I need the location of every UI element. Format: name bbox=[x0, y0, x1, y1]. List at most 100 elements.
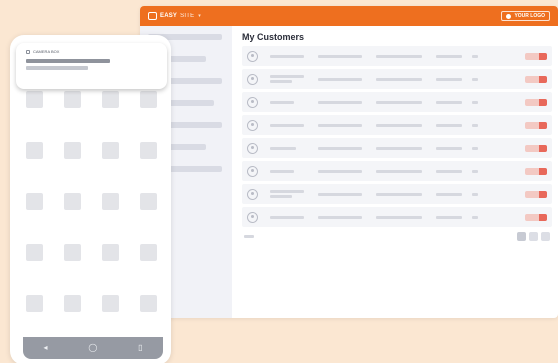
cell-placeholder bbox=[270, 75, 304, 83]
user-menu[interactable]: YOUR LOGO bbox=[501, 11, 550, 21]
mobile-phone: CAMERA BOX ◂ ◯ ▯ bbox=[10, 35, 171, 363]
app-icon[interactable] bbox=[64, 142, 81, 159]
cell-placeholder bbox=[270, 169, 294, 173]
cell-placeholder bbox=[436, 146, 462, 150]
row-action-button[interactable] bbox=[525, 190, 547, 198]
cell-placeholder bbox=[318, 146, 362, 150]
row-action-button[interactable] bbox=[525, 52, 547, 60]
app-icon[interactable] bbox=[140, 295, 157, 312]
back-icon[interactable]: ◂ bbox=[43, 344, 47, 352]
cell-placeholder bbox=[436, 100, 462, 104]
row-action-button[interactable] bbox=[525, 121, 547, 129]
notification-title: CAMERA BOX bbox=[33, 49, 60, 54]
customer-row[interactable] bbox=[242, 207, 552, 227]
row-action-button[interactable] bbox=[525, 167, 547, 175]
notification-icon bbox=[26, 49, 30, 54]
customer-row[interactable] bbox=[242, 161, 552, 181]
cell-placeholder bbox=[376, 77, 422, 81]
app-icon[interactable] bbox=[140, 193, 157, 210]
app-icon[interactable] bbox=[64, 295, 81, 312]
cell-placeholder bbox=[376, 215, 422, 219]
customer-row[interactable] bbox=[242, 69, 552, 89]
notification-header: CAMERA BOX bbox=[26, 49, 159, 54]
brand-accent: SITE bbox=[180, 13, 195, 19]
cell-placeholder bbox=[270, 215, 304, 219]
app-icon[interactable] bbox=[26, 295, 43, 312]
cell-placeholder bbox=[318, 192, 362, 196]
app-icon[interactable] bbox=[102, 91, 119, 108]
cell-placeholder bbox=[436, 123, 462, 127]
customer-row[interactable] bbox=[242, 46, 552, 66]
cell-placeholder bbox=[318, 169, 362, 173]
customer-row[interactable] bbox=[242, 138, 552, 158]
app-icon[interactable] bbox=[26, 193, 43, 210]
cell-placeholder bbox=[376, 192, 422, 196]
cell-placeholder bbox=[436, 192, 462, 196]
cell-placeholder bbox=[436, 169, 462, 173]
row-action-button[interactable] bbox=[525, 75, 547, 83]
customer-avatar-icon bbox=[247, 211, 258, 223]
cell-placeholder bbox=[472, 146, 478, 150]
user-label: YOUR LOGO bbox=[514, 13, 545, 19]
cell-placeholder bbox=[472, 100, 478, 104]
customer-avatar-icon bbox=[247, 119, 258, 131]
cell-placeholder bbox=[472, 123, 478, 127]
row-action-button[interactable] bbox=[525, 144, 547, 152]
cell-placeholder bbox=[270, 54, 304, 58]
customer-avatar-icon bbox=[247, 73, 258, 85]
app-icon[interactable] bbox=[64, 193, 81, 210]
page-button[interactable] bbox=[517, 232, 526, 241]
cell-placeholder bbox=[436, 215, 462, 219]
row-action-button[interactable] bbox=[525, 213, 547, 221]
home-icon[interactable]: ◯ bbox=[88, 344, 97, 352]
brand-name: EASY bbox=[160, 13, 178, 19]
cell-placeholder bbox=[472, 77, 478, 81]
dashboard-window: EASY SITE ▾ YOUR LOGO My Customers bbox=[140, 6, 558, 318]
cell-placeholder bbox=[436, 54, 462, 58]
cell-placeholder bbox=[376, 54, 422, 58]
chevron-down-icon[interactable]: ▾ bbox=[198, 13, 201, 19]
app-icon[interactable] bbox=[140, 142, 157, 159]
page-button[interactable] bbox=[529, 232, 538, 241]
cell-placeholder bbox=[376, 169, 422, 173]
user-avatar-icon bbox=[506, 13, 512, 19]
notification-line bbox=[26, 59, 110, 63]
brand-logo[interactable]: EASY SITE bbox=[148, 12, 194, 20]
recent-apps-icon[interactable]: ▯ bbox=[138, 344, 142, 352]
customer-avatar-icon bbox=[247, 165, 258, 177]
cell-placeholder bbox=[318, 100, 362, 104]
customer-row[interactable] bbox=[242, 115, 552, 135]
page-title: My Customers bbox=[242, 32, 305, 42]
notification-line bbox=[26, 66, 88, 70]
push-notification[interactable]: CAMERA BOX bbox=[16, 43, 167, 89]
app-icon[interactable] bbox=[26, 244, 43, 261]
pagination-info bbox=[244, 235, 254, 238]
app-icon[interactable] bbox=[102, 193, 119, 210]
cell-placeholder bbox=[270, 123, 304, 127]
cell-placeholder bbox=[472, 215, 478, 219]
logo-mark-icon bbox=[148, 12, 157, 20]
page-button[interactable] bbox=[541, 232, 550, 241]
app-icon[interactable] bbox=[140, 244, 157, 261]
cell-placeholder bbox=[270, 146, 296, 150]
cell-placeholder bbox=[376, 100, 422, 104]
app-icon[interactable] bbox=[140, 91, 157, 108]
row-action-button[interactable] bbox=[525, 98, 547, 106]
pagination bbox=[242, 232, 552, 241]
cell-placeholder bbox=[318, 123, 362, 127]
app-icon[interactable] bbox=[102, 244, 119, 261]
customer-row[interactable] bbox=[242, 92, 552, 112]
app-icon[interactable] bbox=[102, 142, 119, 159]
app-icon[interactable] bbox=[64, 244, 81, 261]
customer-row[interactable] bbox=[242, 184, 552, 204]
app-icon[interactable] bbox=[26, 142, 43, 159]
cell-placeholder bbox=[376, 146, 422, 150]
app-icon[interactable] bbox=[26, 91, 43, 108]
customer-avatar-icon bbox=[247, 50, 258, 62]
dashboard-body: My Customers bbox=[140, 26, 558, 318]
app-icon[interactable] bbox=[64, 91, 81, 108]
cell-placeholder bbox=[436, 77, 462, 81]
cell-placeholder bbox=[472, 169, 478, 173]
app-icon[interactable] bbox=[102, 295, 119, 312]
cell-placeholder bbox=[270, 100, 294, 104]
